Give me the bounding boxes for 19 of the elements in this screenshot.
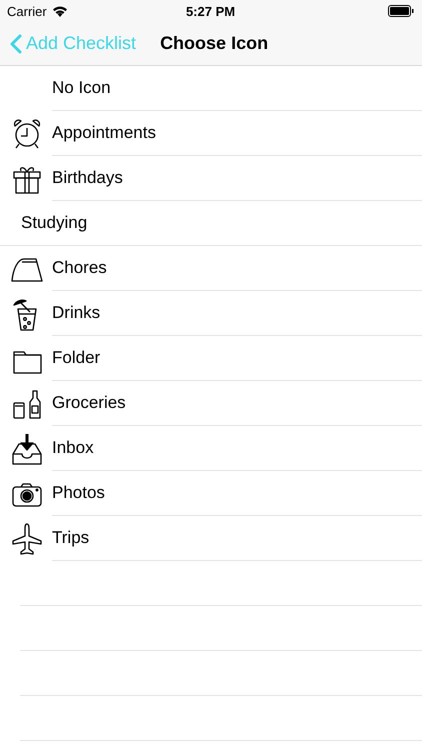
battery-icon bbox=[388, 5, 414, 17]
list-item[interactable]: Groceries bbox=[52, 381, 422, 426]
list-item[interactable]: Chores bbox=[52, 246, 422, 291]
list-item[interactable]: Folder bbox=[52, 336, 422, 381]
list-item[interactable]: Appointments bbox=[52, 111, 422, 156]
list-item[interactable]: Trips bbox=[52, 516, 422, 561]
list-item[interactable]: Studying bbox=[0, 201, 422, 246]
clock-time: 5:27 PM bbox=[186, 4, 236, 18]
list-item[interactable]: Birthdays bbox=[52, 156, 422, 201]
carrier-label: Carrier bbox=[7, 4, 47, 18]
screen-title: Choose Icon bbox=[160, 33, 268, 54]
inbox-icon bbox=[10, 432, 44, 466]
list-item[interactable]: Inbox bbox=[52, 426, 422, 471]
chevron-icon bbox=[10, 34, 22, 54]
list-item[interactable]: Drinks bbox=[52, 291, 422, 336]
list-item[interactable]: Photos bbox=[52, 471, 422, 516]
list-item[interactable]: No Icon bbox=[52, 66, 422, 111]
wifi-icon bbox=[52, 5, 68, 17]
airplane-icon bbox=[10, 522, 44, 556]
